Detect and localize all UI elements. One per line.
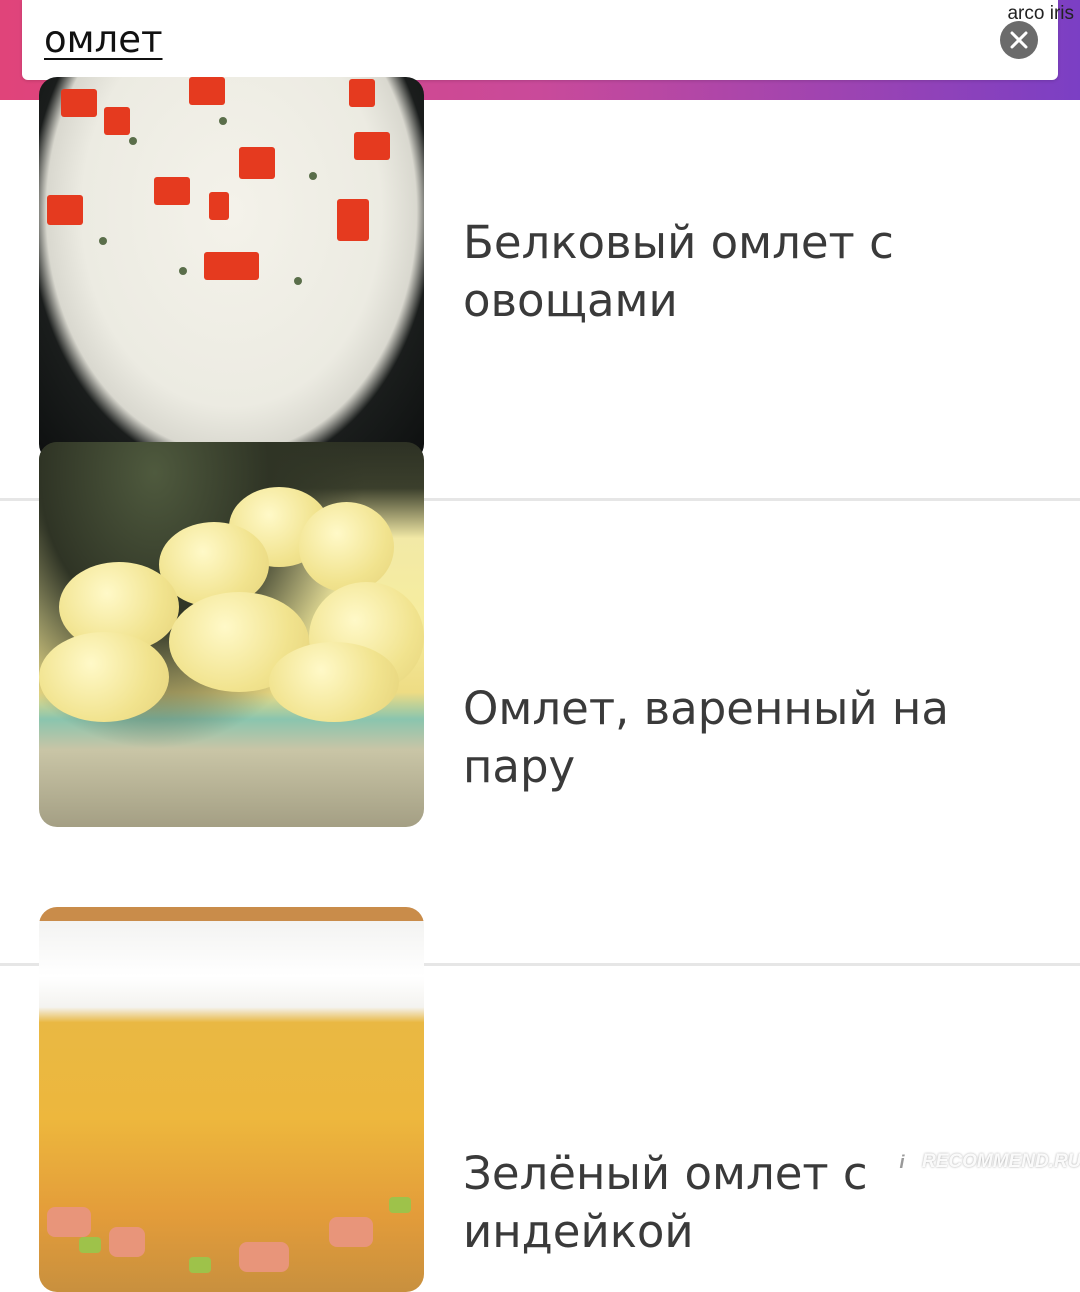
watermark-text: RECOMMEND.RU — [922, 1151, 1080, 1172]
list-item[interactable]: Омлет, варенный на пару — [0, 400, 1080, 865]
recipe-title: Белковый омлет с овощами — [463, 216, 894, 327]
list-item[interactable]: Белковый омлет с овощами — [0, 0, 1080, 462]
list-item[interactable]: Зелёный омлет с индейкой — [0, 865, 1080, 1292]
recipe-thumbnail — [39, 442, 424, 827]
recipe-thumbnail — [39, 907, 424, 1292]
recommend-logo-icon: i — [888, 1148, 916, 1176]
site-watermark: i RECOMMEND.RU — [888, 1146, 1080, 1178]
recipe-title: Омлет, варенный на пару — [463, 682, 949, 793]
